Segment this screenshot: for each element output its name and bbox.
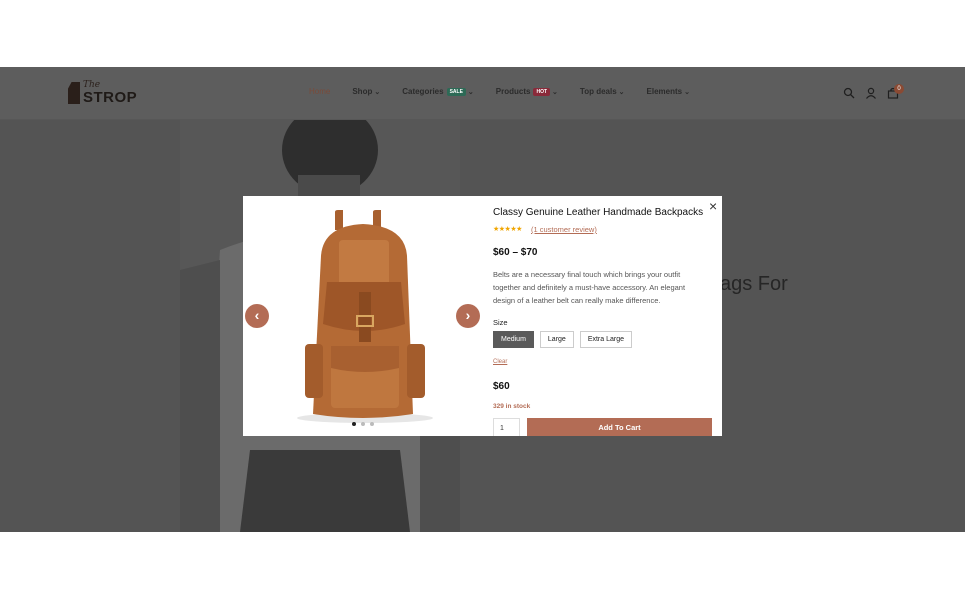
sale-badge: SALE (446, 87, 466, 96)
product-gallery: ‹ › (243, 196, 482, 436)
gallery-dot-3[interactable] (370, 422, 374, 426)
hot-badge: HOT (533, 87, 551, 96)
nav-elements[interactable]: Elements ⌄ (647, 87, 690, 96)
site-logo[interactable]: The STROP (68, 80, 138, 108)
product-info: Classy Genuine Leather Handmade Backpack… (493, 196, 721, 436)
add-to-cart-button[interactable]: Add To Cart (527, 418, 712, 436)
nav-top-deals-label: Top deals (579, 87, 617, 96)
size-option-medium[interactable]: Medium (493, 331, 534, 348)
gallery-prev-button[interactable]: ‹ (245, 304, 269, 328)
size-option-large[interactable]: Large (539, 331, 574, 348)
chevron-down-icon: ⌄ (552, 88, 558, 96)
logo-brand-text: STROP (83, 89, 138, 106)
nav-shop-label: Shop (352, 87, 373, 96)
nav-categories-label: Categories (402, 87, 444, 96)
review-link[interactable]: (1 customer review) (531, 225, 597, 234)
nav-home-label: Home (309, 87, 331, 96)
site-header: The STROP Home Shop ⌄ Categories SALE ⌄ Pro… (0, 67, 965, 120)
price-range: $60 – $70 (493, 247, 538, 258)
nav-top-deals[interactable]: Top deals ⌄ (580, 87, 625, 96)
quantity-input[interactable]: 1 (493, 418, 520, 436)
cart-count-badge: 0 (894, 84, 904, 94)
header-icons (843, 87, 899, 99)
gallery-pagination (352, 422, 374, 426)
quick-view-modal: ‹ › × Classy Genuine Leather Handmade Ba… (243, 196, 722, 436)
gallery-dot-1[interactable] (352, 422, 356, 426)
nav-products[interactable]: Products HOT ⌄ (496, 87, 558, 96)
nav-products-label: Products (495, 87, 531, 96)
hero-heading-partial: ags For (720, 273, 788, 295)
nav-shop[interactable]: Shop ⌄ (352, 87, 380, 96)
selected-price: $60 (493, 381, 510, 392)
clear-selection-link[interactable]: Clear (493, 359, 507, 365)
size-options: Medium Large Extra Large (493, 331, 632, 348)
search-icon[interactable] (843, 87, 855, 99)
size-option-extra-large[interactable]: Extra Large (579, 331, 632, 348)
rating-stars: ★★★★★ (493, 226, 522, 233)
main-nav: Home Shop ⌄ Categories SALE ⌄ Products HOT ⌄ … (309, 87, 712, 96)
user-icon[interactable] (865, 87, 877, 99)
logo-mark (68, 82, 80, 104)
nav-categories[interactable]: Categories SALE ⌄ (402, 87, 474, 96)
product-title: Classy Genuine Leather Handmade Backpack… (493, 207, 704, 218)
gallery-dot-2[interactable] (361, 422, 365, 426)
nav-elements-label: Elements (646, 87, 683, 96)
product-description: Belts are a necessary final touch which … (493, 270, 686, 305)
chevron-down-icon: ⌄ (618, 88, 625, 96)
stock-status: 329 in stock (493, 403, 531, 410)
product-image (243, 196, 482, 436)
chevron-down-icon: ⌄ (467, 88, 474, 96)
gallery-next-button[interactable]: › (456, 304, 480, 328)
nav-home[interactable]: Home (309, 87, 330, 96)
size-label: Size (493, 318, 508, 327)
chevron-down-icon: ⌄ (374, 88, 381, 96)
chevron-down-icon: ⌄ (684, 88, 690, 96)
